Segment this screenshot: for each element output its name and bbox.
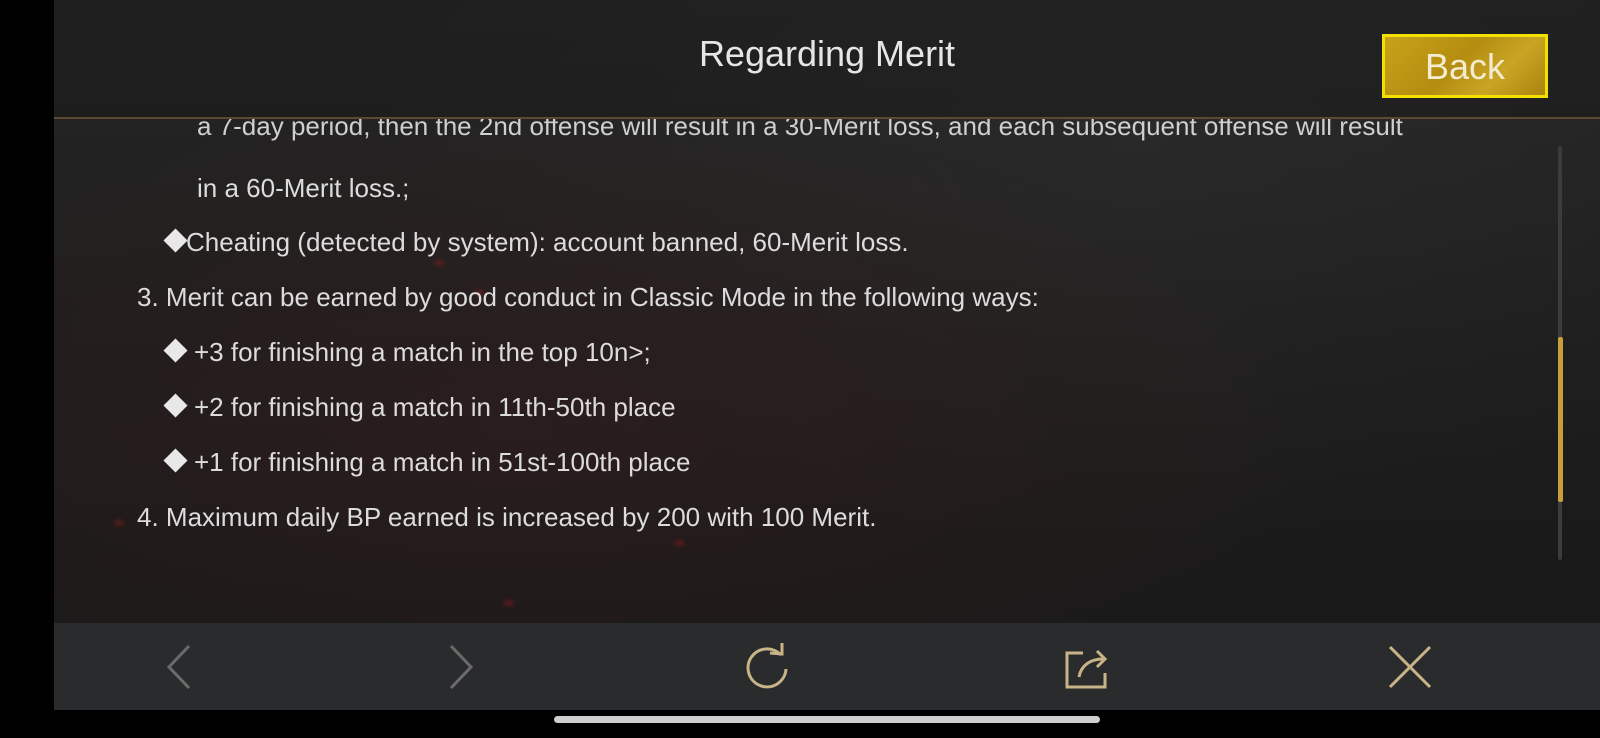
back-button[interactable]: Back	[1382, 34, 1548, 98]
screen: Regarding Merit Back a 7-day period, the…	[0, 0, 1600, 738]
share-icon[interactable]	[1061, 641, 1113, 693]
bullet-item: +3 for finishing a match in the top 10n>…	[163, 337, 651, 368]
scrollbar-thumb[interactable]	[1558, 337, 1563, 502]
bullet-text: +3 for finishing a match in the top 10n>…	[194, 337, 651, 367]
numbered-item: 4. Maximum daily BP earned is increased …	[137, 502, 877, 532]
page-title: Regarding Merit	[698, 33, 956, 74]
header-bar: Regarding Merit Back	[54, 0, 1600, 119]
bullet-item: +2 for finishing a match in 11th-50th pl…	[163, 392, 676, 423]
diamond-bullet-icon	[163, 448, 188, 473]
close-icon[interactable]	[1384, 641, 1436, 693]
chevron-left-icon[interactable]	[153, 641, 205, 693]
bullet-text: +2 for finishing a match in 11th-50th pl…	[194, 392, 676, 422]
bullet-item: +1 for finishing a match in 51st-100th p…	[163, 447, 691, 478]
diamond-bullet-icon	[163, 393, 188, 418]
text-line: in a 60-Merit loss.;	[197, 173, 410, 203]
browser-toolbar	[54, 623, 1600, 710]
diamond-bullet-icon	[163, 228, 188, 253]
diamond-bullet-icon	[163, 338, 188, 363]
home-indicator[interactable]	[554, 716, 1100, 723]
merit-rules-content[interactable]: a 7-day period, then the 2nd offense wil…	[54, 119, 1600, 623]
webview-panel: Regarding Merit Back a 7-day period, the…	[54, 0, 1600, 710]
bullet-text: +1 for finishing a match in 51st-100th p…	[194, 447, 691, 477]
numbered-item: 3. Merit can be earned by good conduct i…	[137, 282, 1039, 312]
bullet-text: Cheating (detected by system): account b…	[186, 227, 909, 257]
chevron-right-icon[interactable]	[435, 641, 487, 693]
refresh-icon[interactable]	[741, 641, 793, 693]
bullet-item: Cheating (detected by system): account b…	[163, 227, 909, 258]
partial-text-line: a 7-day period, then the 2nd offense wil…	[197, 119, 1403, 141]
